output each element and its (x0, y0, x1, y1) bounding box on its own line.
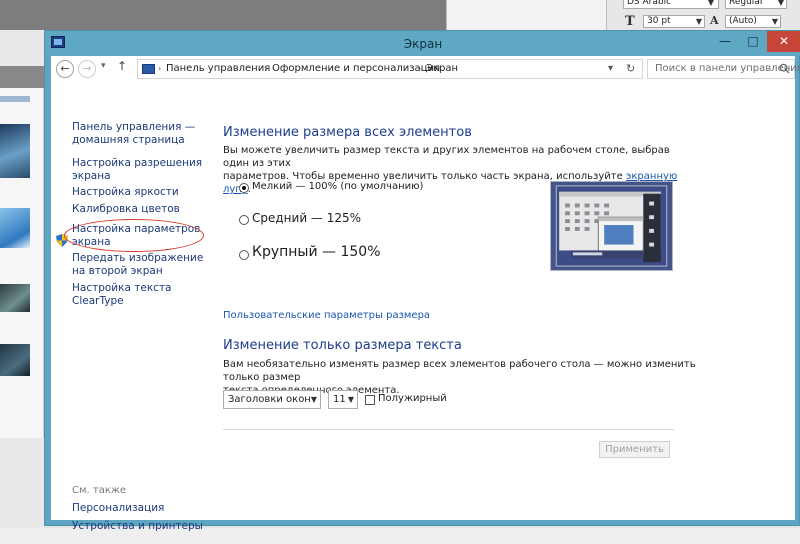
address-bar[interactable]: › Панель управления › Оформление и персо… (137, 59, 643, 79)
radio-large-label[interactable]: Крупный — 150% (252, 244, 381, 260)
radio-medium[interactable] (239, 215, 249, 225)
apply-button[interactable]: Применить (599, 441, 670, 458)
sidebar-cleartype-link[interactable]: Настройка текста ClearType (72, 282, 208, 308)
sidebar-resolution-link[interactable]: Настройка разрешения экрана (72, 157, 208, 183)
address-dropdown-icon[interactable]: ▾ (608, 63, 613, 74)
radio-small[interactable] (239, 183, 249, 193)
breadcrumb-separator: › (158, 64, 162, 73)
title-bar[interactable]: Экран — □ ✕ (45, 31, 800, 56)
navigation-bar: ← → ▾ ↑ › Панель управления › Оформление… (51, 56, 800, 82)
thumbnail-image (0, 208, 30, 248)
maximize-button[interactable]: □ (739, 31, 767, 52)
forward-button[interactable]: → (78, 60, 96, 78)
background-thumbnail-strip (0, 88, 44, 438)
chevron-down-icon: ▼ (310, 395, 317, 404)
sidebar-calibrate-link[interactable]: Калибровка цветов (72, 203, 208, 216)
font-size-select[interactable]: 11 ▼ (328, 390, 358, 409)
recent-pages-icon[interactable]: ▾ (101, 61, 106, 71)
font-size-icon: T (625, 14, 635, 29)
breadcrumb-appearance[interactable]: Оформление и персонализация (272, 63, 440, 74)
element-select-value: Заголовки окон (228, 394, 311, 405)
radio-medium-label[interactable]: Средний — 125% (252, 211, 361, 225)
back-button[interactable]: ← (56, 60, 74, 78)
breadcrumb-screen[interactable]: Экран (426, 63, 458, 74)
chevron-down-icon[interactable]: ▼ (705, 0, 717, 9)
see-also-title: См. также (72, 485, 127, 496)
breadcrumb-separator: › (418, 64, 422, 73)
breadcrumb-separator: › (264, 64, 268, 73)
sidebar-brightness-link[interactable]: Настройка яркости (72, 186, 208, 199)
chevron-down-icon[interactable]: ▼ (693, 15, 705, 28)
background-dark-window (0, 0, 446, 30)
control-panel-icon (142, 64, 155, 74)
radio-large[interactable] (239, 250, 249, 260)
font-size-select-value: 11 (333, 394, 346, 405)
thumbnail-image (0, 284, 30, 312)
heading-text-only: Изменение только размера текста (223, 338, 462, 353)
refresh-icon[interactable]: ↻ (626, 62, 635, 75)
photoshop-character-panel: DS Arabic ▼ Regular ▼ T 30 pt ▼ A (Auto)… (606, 0, 800, 30)
sidebar: Панель управления — домашняя страница На… (51, 82, 211, 532)
breadcrumb-control-panel[interactable]: Панель управления (166, 63, 270, 74)
background-explorer-window (0, 30, 44, 544)
bold-checkbox-label[interactable]: Полужирный (378, 393, 447, 404)
see-also-devices-link[interactable]: Устройства и принтеры (72, 520, 208, 533)
element-select[interactable]: Заголовки окон ▼ (223, 390, 321, 409)
search-box[interactable]: Поиск в панели управления (647, 59, 800, 79)
annotation-red-oval (64, 219, 204, 252)
chevron-down-icon[interactable]: ▼ (769, 15, 781, 28)
chevron-down-icon: ▼ (347, 395, 354, 404)
window-title: Экран (403, 37, 443, 51)
minimize-button[interactable]: — (711, 31, 739, 52)
custom-sizing-link[interactable]: Пользовательские параметры размера (223, 310, 430, 321)
divider (223, 429, 674, 430)
bold-checkbox[interactable] (365, 395, 375, 405)
thumbnail-image (0, 344, 30, 376)
leading-icon: A (710, 14, 719, 27)
sidebar-project-link[interactable]: Передать изображение на второй экран (72, 252, 208, 278)
search-icon[interactable] (779, 63, 790, 74)
window-client-area: ← → ▾ ↑ › Панель управления › Оформление… (51, 56, 800, 532)
thumbnail-image (0, 124, 30, 178)
heading-resize-all: Изменение размера всех элементов (223, 125, 472, 140)
radio-small-label[interactable]: Мелкий — 100% (по умолчанию) (252, 181, 423, 192)
background-panel (446, 0, 606, 30)
main-content: Изменение размера всех элементов Вы може… (223, 82, 795, 520)
display-preview-image (550, 181, 673, 271)
screen-settings-window: Экран — □ ✕ ← → ▾ ↑ › Панель управления … (44, 30, 800, 532)
see-also-personalization-link[interactable]: Персонализация (72, 502, 208, 515)
chevron-down-icon[interactable]: ▼ (775, 0, 787, 9)
up-arrow-icon[interactable]: ↑ (117, 59, 127, 73)
close-button[interactable]: ✕ (767, 31, 800, 52)
sidebar-home-link[interactable]: Панель управления — домашняя страница (72, 121, 208, 147)
